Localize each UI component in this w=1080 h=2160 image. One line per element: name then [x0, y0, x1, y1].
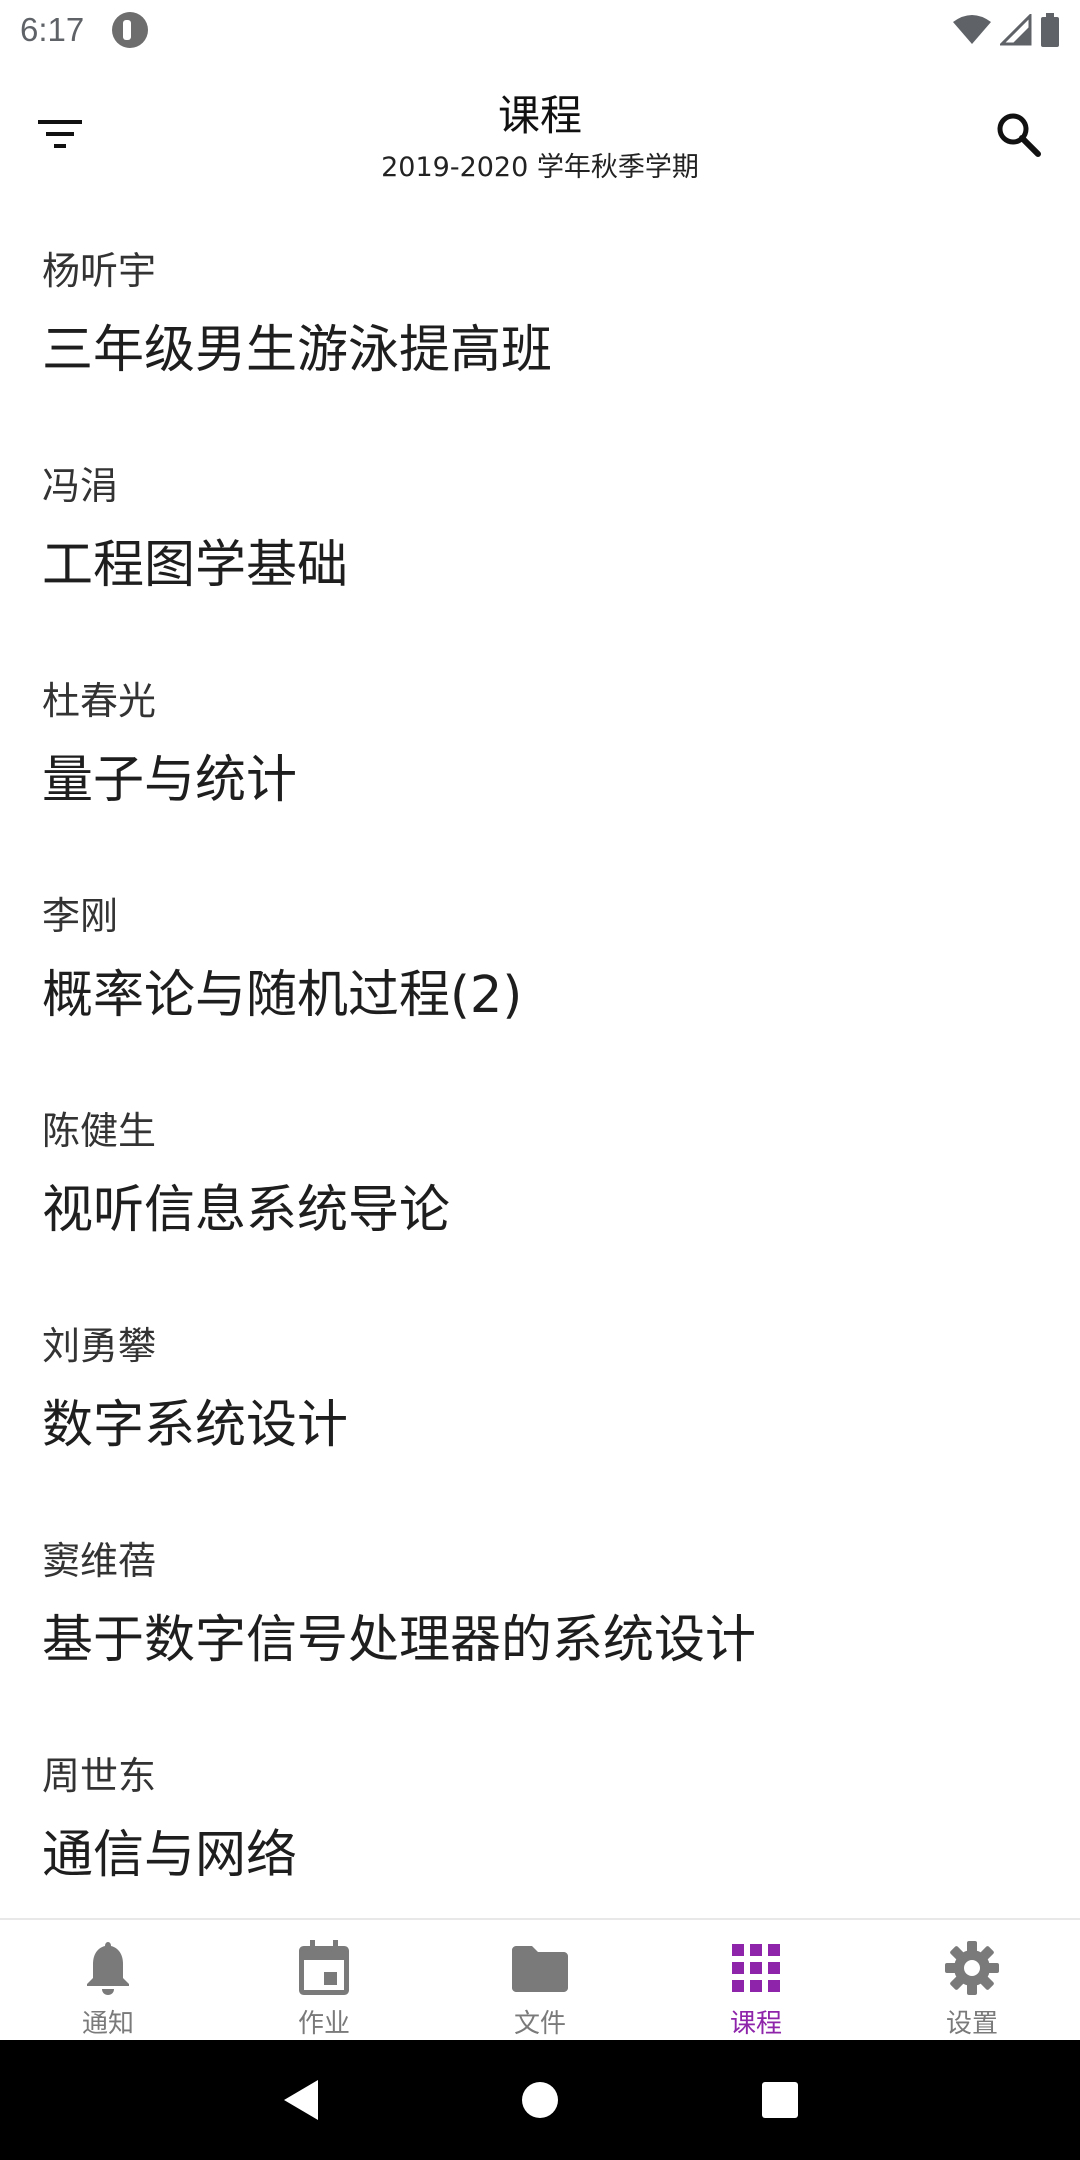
search-icon [997, 113, 1041, 157]
cell-signal-icon [1000, 14, 1032, 46]
gear-icon [945, 1940, 999, 1995]
nav-label: 文件 [513, 2009, 566, 2039]
course-name: 三年级男生游泳提高班 [42, 321, 553, 380]
back-triangle-icon [284, 2080, 318, 2120]
calendar-icon [299, 1939, 349, 1995]
battery-icon [1041, 13, 1059, 47]
status-icons [952, 13, 1060, 47]
course-teacher: 杜春光 [42, 679, 157, 723]
bell-icon [87, 1941, 129, 1995]
course-name: 概率论与随机过程(2) [42, 966, 523, 1025]
course-teacher: 陈健生 [42, 1109, 157, 1153]
course-item[interactable]: 周世东 通信与网络 [0, 1705, 1080, 1920]
course-item[interactable]: 刘勇攀 数字系统设计 [0, 1275, 1080, 1490]
course-name: 数字系统设计 [42, 1396, 349, 1455]
grid-icon [732, 1943, 780, 1992]
wifi-icon [953, 15, 991, 44]
course-item[interactable]: 杨听宇 三年级男生游泳提高班 [0, 200, 1080, 415]
recents-square-icon [762, 2082, 798, 2118]
course-name: 通信与网络 [42, 1826, 298, 1885]
course-name: 工程图学基础 [42, 536, 349, 595]
app-bar: 课程 2019-2020 学年秋季学期 [0, 60, 1080, 200]
status-time: 6:17 [20, 11, 85, 48]
nav-item-notifications[interactable]: 通知 [0, 1920, 216, 2040]
bottom-nav: 通知 作业 文件 课程 设置 [0, 1918, 1080, 2040]
course-item[interactable]: 窦维蓓 基于数字信号处理器的系统设计 [0, 1490, 1080, 1705]
nav-item-files[interactable]: 文件 [432, 1920, 648, 2040]
course-teacher: 周世东 [42, 1754, 157, 1798]
search-button[interactable] [986, 102, 1050, 166]
back-button[interactable] [270, 2070, 330, 2130]
course-name: 量子与统计 [42, 751, 298, 810]
semester-subtitle: 2019-2020 学年秋季学期 [381, 152, 699, 183]
page-title: 课程 [497, 91, 582, 140]
nav-label: 设置 [945, 2009, 998, 2039]
course-teacher: 李刚 [42, 894, 119, 938]
course-item[interactable]: 陈健生 视听信息系统导论 [0, 1060, 1080, 1275]
folder-icon [512, 1945, 568, 1992]
screen: 6:17 课程 2019-2020 学年秋季学期 杨听宇 三年级男生游泳提高班 … [0, 0, 1080, 2160]
nav-item-courses[interactable]: 课程 [648, 1920, 864, 2040]
course-item[interactable]: 杜春光 量子与统计 [0, 630, 1080, 845]
status-bar: 6:17 [0, 0, 1080, 60]
system-nav-bar [0, 2040, 1080, 2160]
course-teacher: 冯涓 [42, 464, 119, 508]
app-notification-icon [112, 12, 149, 48]
nav-item-settings[interactable]: 设置 [864, 1920, 1080, 2040]
course-teacher: 杨听宇 [42, 249, 157, 293]
course-teacher: 刘勇攀 [42, 1324, 157, 1368]
home-button[interactable] [510, 2070, 570, 2130]
recents-button[interactable] [750, 2070, 810, 2130]
course-name: 基于数字信号处理器的系统设计 [42, 1611, 757, 1670]
nav-label: 作业 [297, 2009, 350, 2039]
course-name: 视听信息系统导论 [42, 1181, 451, 1240]
nav-label: 通知 [81, 2009, 134, 2039]
course-item[interactable]: 李刚 概率论与随机过程(2) [0, 845, 1080, 1060]
nav-item-homework[interactable]: 作业 [216, 1920, 432, 2040]
course-list: 杨听宇 三年级男生游泳提高班 冯涓 工程图学基础 杜春光 量子与统计 李刚 概率… [0, 200, 1080, 1920]
nav-label: 课程 [729, 2009, 782, 2039]
home-circle-icon [522, 2082, 558, 2118]
course-teacher: 窦维蓓 [42, 1539, 157, 1583]
course-item[interactable]: 冯涓 工程图学基础 [0, 415, 1080, 630]
